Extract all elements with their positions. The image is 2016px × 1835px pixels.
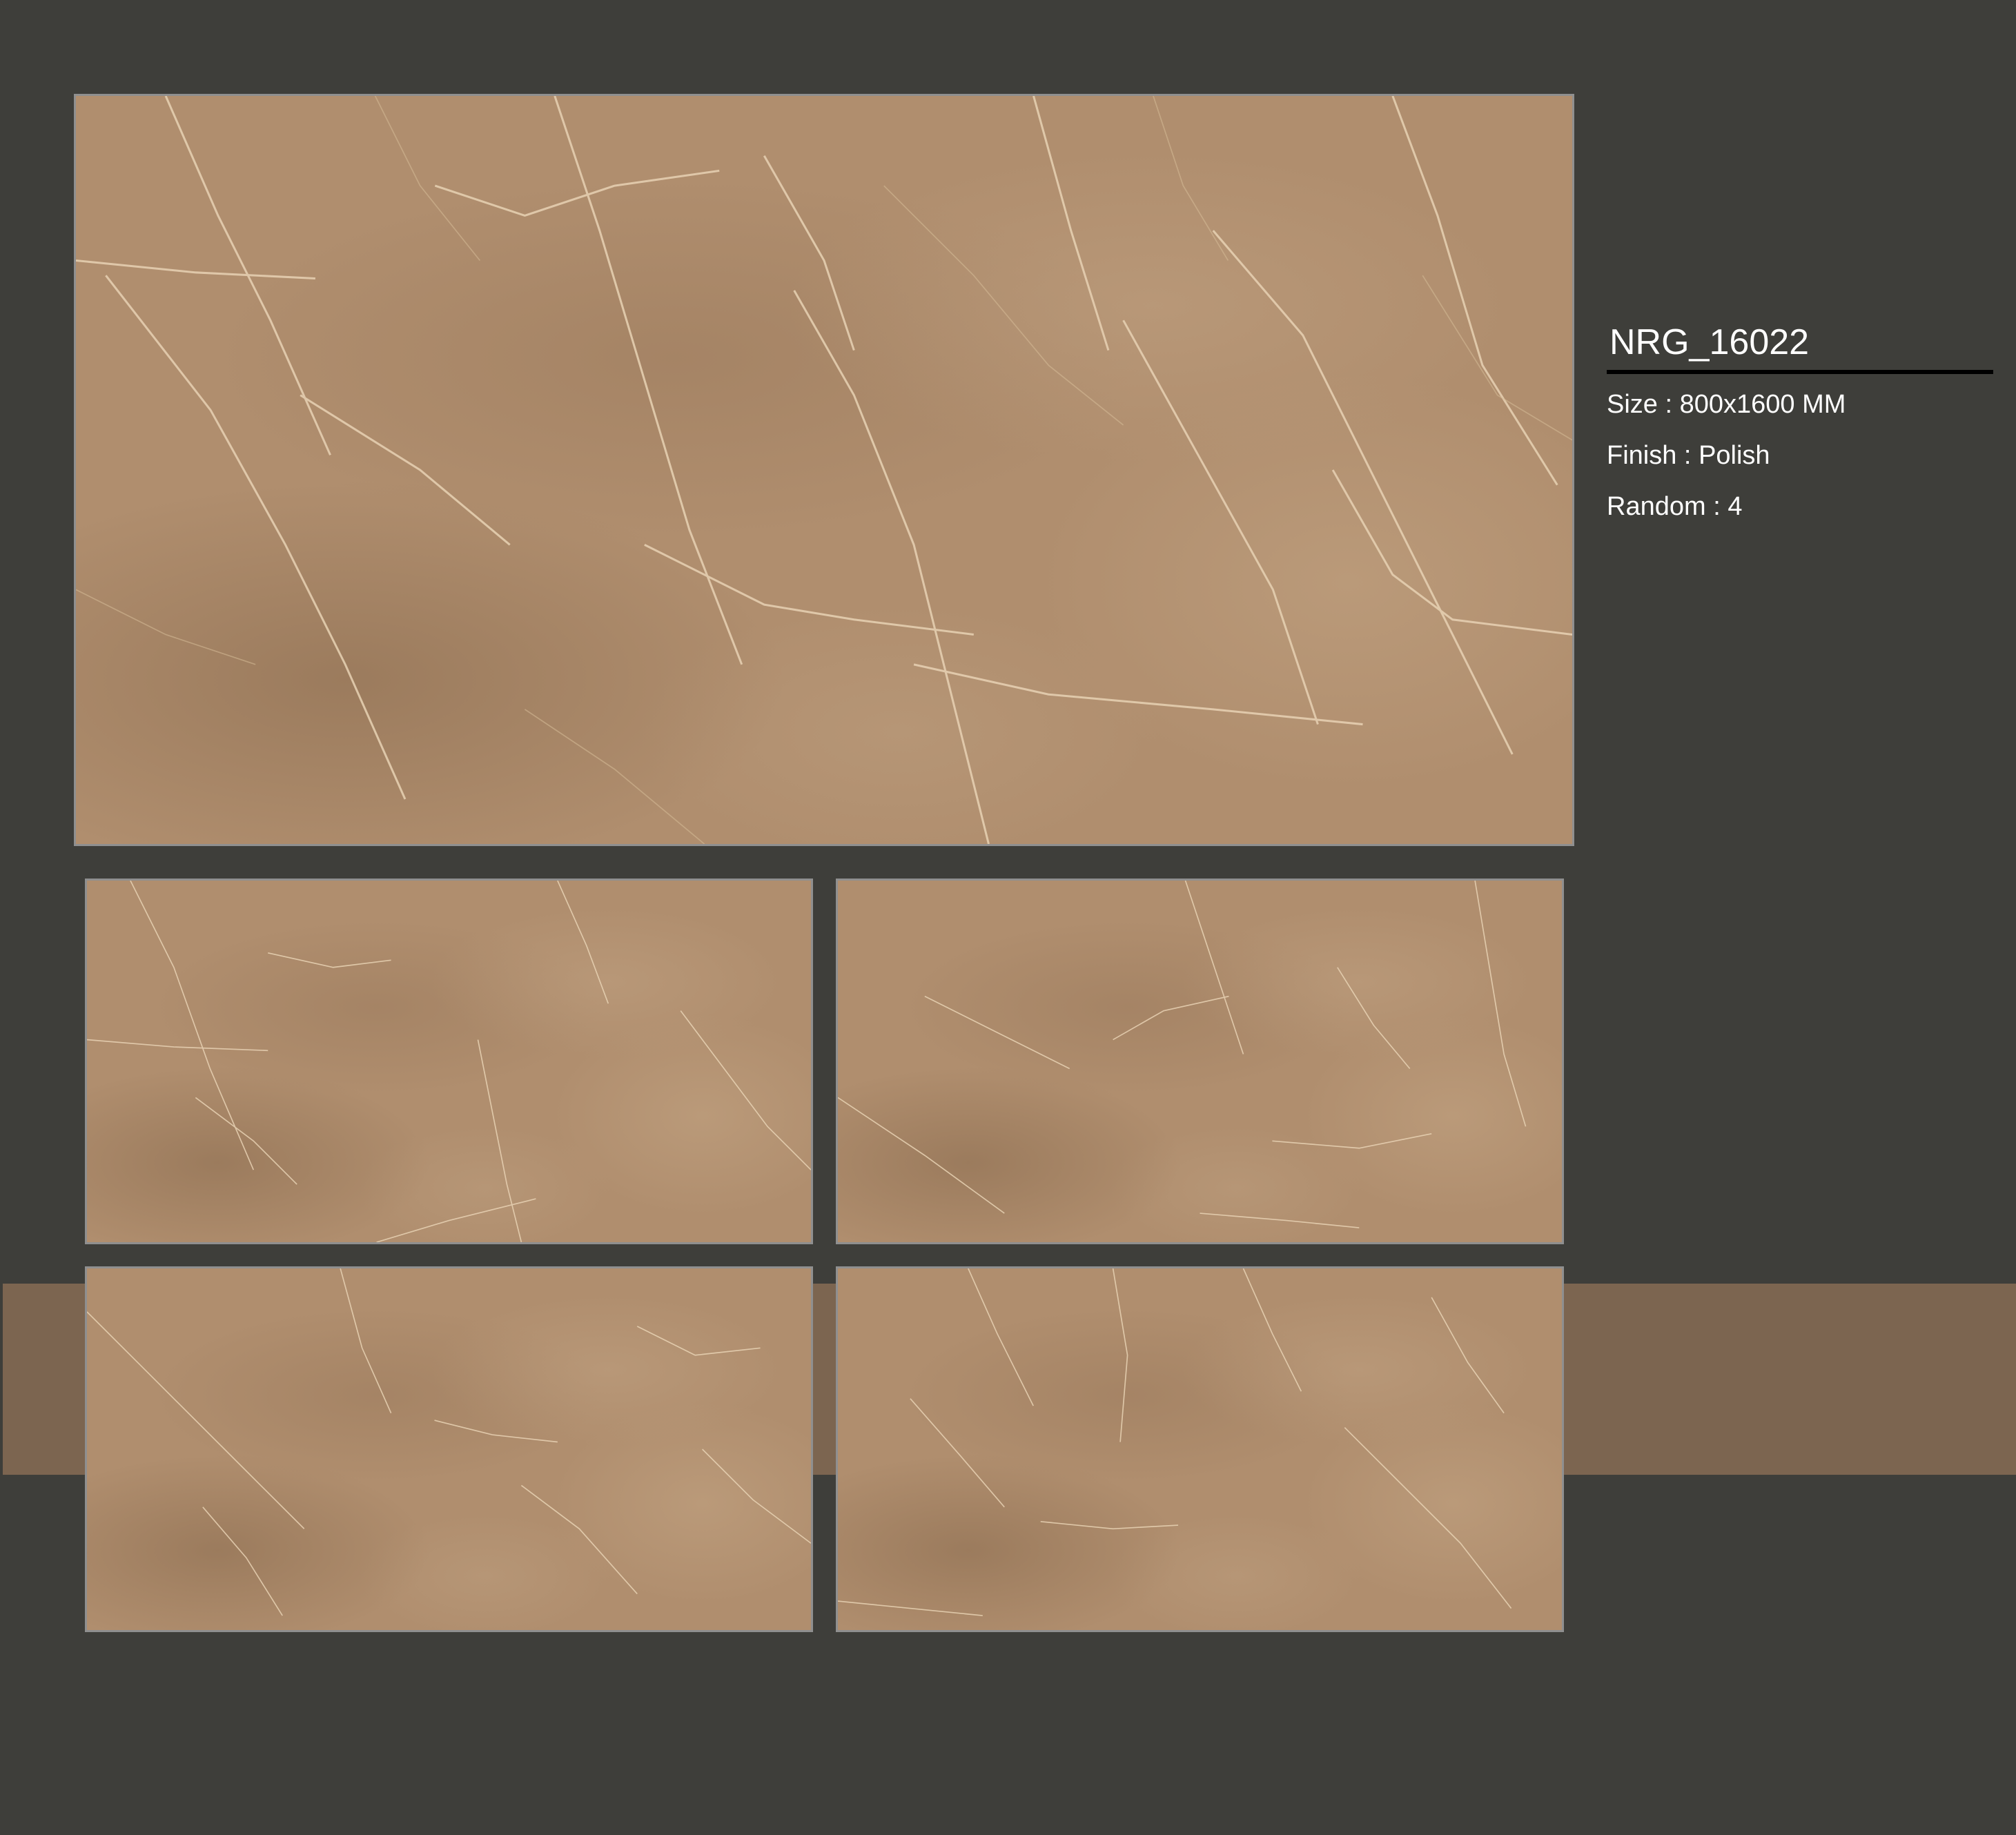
tile-variation-2 (836, 879, 1564, 1244)
title-underline (1607, 370, 1993, 374)
marble-veins (76, 96, 1572, 844)
spec-size: Size : 800x1600 MM (1607, 390, 1846, 419)
spec-random-label: Random (1607, 492, 1706, 521)
spec-random-value: 4 (1728, 492, 1743, 521)
tile-variation-4 (836, 1266, 1564, 1632)
tile-variation-3 (85, 1266, 813, 1632)
marble-veins (87, 881, 811, 1242)
marble-veins (87, 1268, 811, 1616)
marble-veins (838, 881, 1527, 1228)
spec-random: Random : 4 (1607, 492, 1743, 521)
product-code: NRG_16022 (1609, 322, 1810, 362)
product-spec-panel: NRG_16022 Size : 800x1600 MM Finish : Po… (1607, 322, 1993, 522)
spec-finish-value: Polish (1699, 441, 1770, 470)
tile-main-image (74, 94, 1574, 846)
spec-size-value: 800x1600 MM (1679, 390, 1846, 419)
spec-finish-label: Finish (1607, 441, 1677, 470)
spec-finish: Finish : Polish (1607, 441, 1770, 470)
spec-size-label: Size (1607, 390, 1658, 419)
marble-veins (838, 1268, 1512, 1616)
tile-variation-1 (85, 879, 813, 1244)
